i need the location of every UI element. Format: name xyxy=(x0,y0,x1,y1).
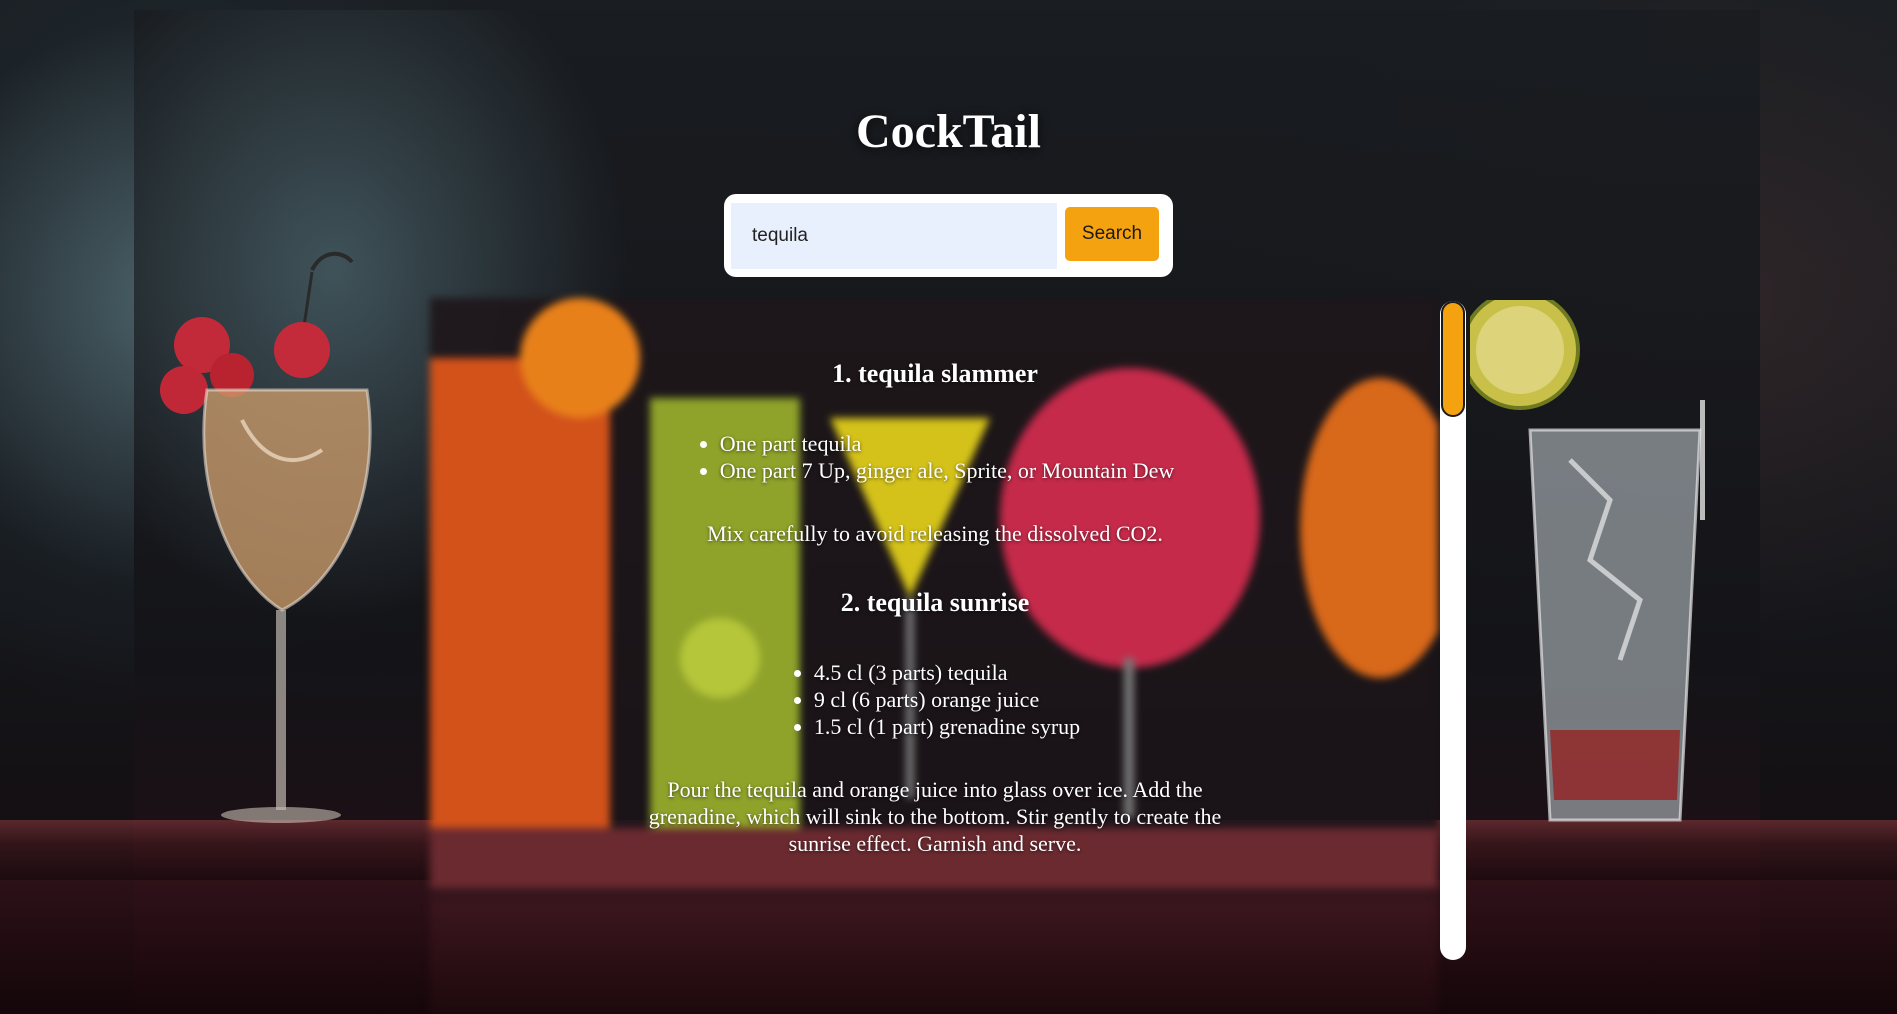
recipe-card: 2. tequila sunrise 4.5 cl (3 parts) tequ… xyxy=(640,587,1230,857)
wine-glass-illustration xyxy=(160,251,372,823)
recipe-title: 1. tequila slammer xyxy=(832,359,1038,388)
recipe-instructions: Pour the tequila and orange juice into g… xyxy=(648,777,1222,856)
ingredient-item: 4.5 cl (3 parts) tequila xyxy=(814,659,1080,686)
scrollbar-thumb[interactable] xyxy=(1441,301,1465,417)
ingredient-item: One part tequila xyxy=(720,430,1175,457)
app-title: CockTail xyxy=(856,105,1041,158)
ingredient-list: 4.5 cl (3 parts) tequila 9 cl (6 parts) … xyxy=(790,659,1080,740)
ingredient-item: One part 7 Up, ginger ale, Sprite, or Mo… xyxy=(720,457,1175,484)
recipe-card: 1. tequila slammer One part tequila One … xyxy=(640,358,1230,547)
ingredient-list: One part tequila One part 7 Up, ginger a… xyxy=(696,430,1175,484)
results-list[interactable]: 1. tequila slammer One part tequila One … xyxy=(640,340,1230,897)
recipe-instructions: Mix carefully to avoid releasing the dis… xyxy=(707,521,1163,546)
ingredient-item: 1.5 cl (1 part) grenadine syrup xyxy=(814,713,1080,740)
search-form: Search xyxy=(724,194,1173,277)
search-button[interactable]: Search xyxy=(1065,207,1159,261)
highball-glass-illustration xyxy=(1470,300,1705,822)
recipe-title: 2. tequila sunrise xyxy=(840,588,1030,617)
search-input[interactable] xyxy=(731,203,1057,269)
ingredient-item: 9 cl (6 parts) orange juice xyxy=(814,686,1080,713)
